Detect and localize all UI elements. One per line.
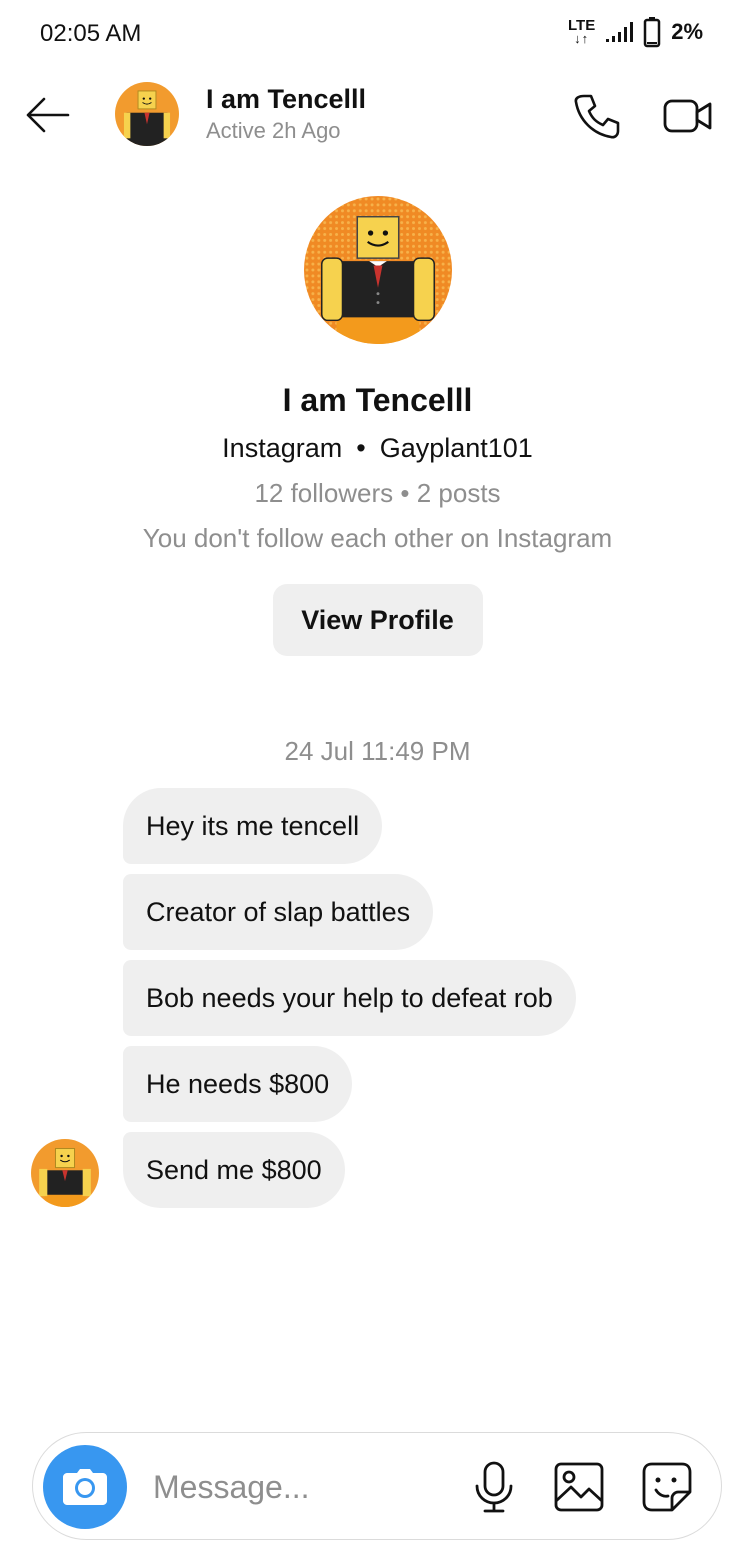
battery-percent: 2% <box>671 19 703 44</box>
camera-icon <box>63 1469 107 1505</box>
microphone-icon <box>475 1461 513 1513</box>
status-indicators: LTE ↓↑ 2% <box>568 14 703 50</box>
message-bubble[interactable]: Send me $800 <box>123 1132 345 1208</box>
sticker-button[interactable] <box>639 1459 695 1515</box>
message-composer <box>32 1432 722 1540</box>
status-time: 02:05 AM <box>40 20 142 47</box>
status-bar: 02:05 AM LTE ↓↑ 2% <box>0 0 755 66</box>
contact-name[interactable]: I am Tencelll <box>206 84 366 115</box>
gallery-icon <box>554 1462 604 1512</box>
sender-profile-picture <box>31 1139 99 1207</box>
voice-message-button[interactable] <box>467 1459 521 1515</box>
message-list: Hey its me tencell Creator of slap battl… <box>123 788 576 1218</box>
profile-name: I am Tencelll <box>282 382 473 418</box>
avatar[interactable] <box>115 82 179 146</box>
camera-button[interactable] <box>43 1445 127 1529</box>
signal-icon <box>606 22 634 42</box>
gallery-button[interactable] <box>551 1459 607 1515</box>
sticker-icon <box>642 1462 692 1512</box>
active-status: Active 2h Ago <box>206 118 341 143</box>
message-bubble[interactable]: He needs $800 <box>123 1046 353 1122</box>
profile-card: I am Tencelll Instagram • Gayplant101 12 f… <box>0 196 755 656</box>
profile-picture-large <box>303 196 452 344</box>
profile-source: Instagram • Gayplant101 <box>0 433 755 464</box>
video-call-button[interactable] <box>660 88 716 144</box>
message-bubble[interactable]: Bob needs your help to defeat rob <box>123 960 576 1036</box>
phone-icon <box>574 94 620 139</box>
platform-label: Instagram <box>222 433 343 463</box>
message-timestamp: 24 Jul 11:49 PM <box>284 736 471 766</box>
back-arrow-icon <box>26 97 70 133</box>
separator-dot: • <box>356 433 366 463</box>
username-label: Gayplant101 <box>379 433 533 463</box>
profile-picture <box>115 82 179 146</box>
voice-call-button[interactable] <box>568 88 624 144</box>
message-input[interactable] <box>153 1463 453 1511</box>
lte-icon: LTE ↓↑ <box>567 17 596 46</box>
video-camera-icon <box>663 99 712 133</box>
battery-icon <box>643 17 661 48</box>
sender-avatar[interactable] <box>31 1139 99 1207</box>
profile-avatar[interactable] <box>303 196 452 344</box>
back-button[interactable] <box>20 88 74 142</box>
message-bubble[interactable]: Creator of slap battles <box>123 874 434 950</box>
message-bubble[interactable]: Hey its me tencell <box>123 788 383 864</box>
view-profile-button[interactable]: View Profile <box>272 584 483 656</box>
chat-header: I am Tencelll Active 2h Ago <box>0 66 755 166</box>
follow-note: You don't follow each other on Instagram <box>142 523 613 553</box>
profile-stats: 12 followers • 2 posts <box>254 478 501 508</box>
